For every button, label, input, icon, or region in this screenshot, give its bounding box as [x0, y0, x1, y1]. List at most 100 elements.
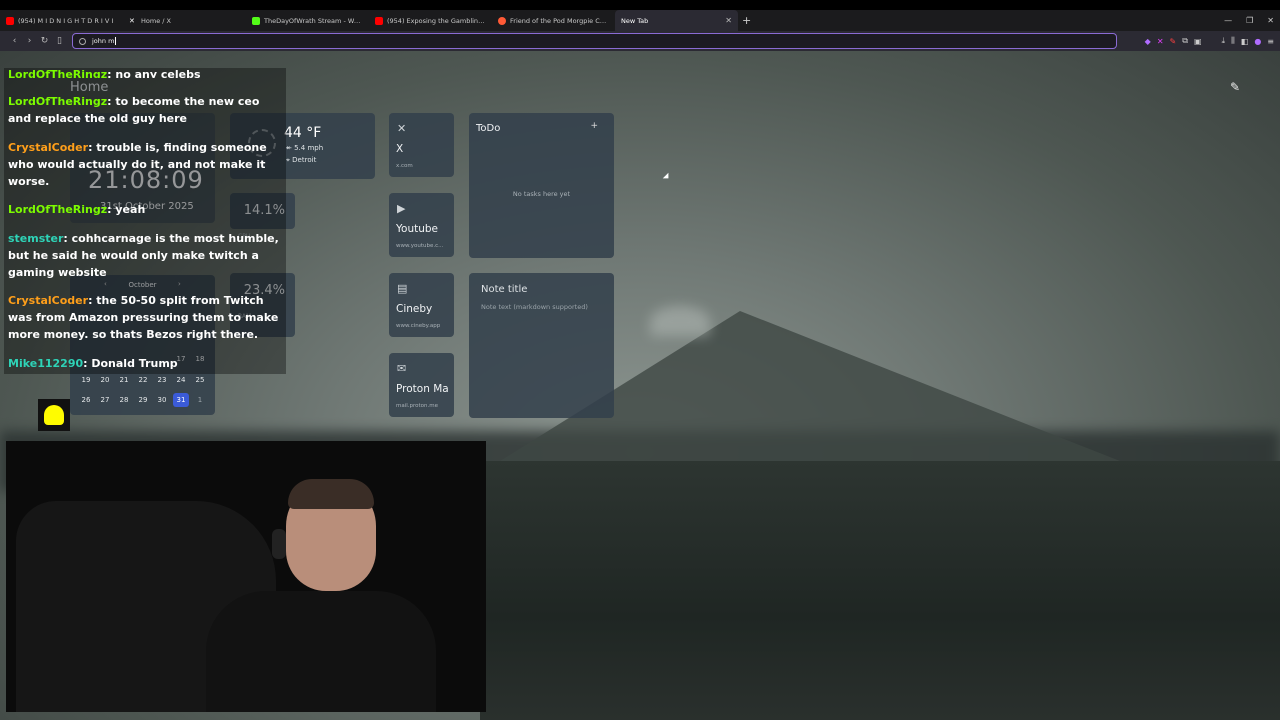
calendar-day[interactable]: 25 [192, 373, 208, 387]
chat-username: CrystalCoder [8, 294, 89, 307]
calendar-day[interactable]: 20 [97, 373, 113, 387]
chat-text: : yeah [107, 203, 146, 216]
streamer-hair [288, 479, 374, 509]
forward-icon[interactable]: › [22, 36, 37, 46]
youtube-icon [6, 16, 14, 25]
note-text-input[interactable]: Note text (markdown supported) [481, 302, 591, 313]
youtube-icon [375, 16, 383, 25]
extension-icon[interactable]: ◆ [1145, 37, 1151, 46]
reddit-icon [498, 16, 506, 25]
background-lake [480, 461, 1280, 720]
tab-youtube-gambling[interactable]: (954) Exposing the Gambling Epidemic [369, 10, 492, 31]
calendar-day[interactable]: 27 [97, 393, 113, 407]
x-extension-icon[interactable]: ✕ [1157, 37, 1164, 46]
shortcut-proton-mail[interactable]: ✉ Proton Ma mail.proton.me [389, 353, 454, 417]
snapchat-logo [38, 399, 70, 431]
add-task-button[interactable]: + [590, 121, 598, 131]
shortcut-cineby[interactable]: ▤ Cineby www.cineby.app [389, 273, 454, 337]
shortcut-url: www.cineby.app [396, 323, 441, 329]
mail-icon: ✉ [397, 362, 407, 375]
headphones-icon [272, 529, 286, 559]
chat-username: LordOfTheRingz [8, 203, 108, 216]
tab-title: (954) M I D N I G H T D R I V I [18, 16, 114, 25]
chat-message: LordOfTheRingz: no any celebs [8, 66, 282, 78]
calendar-day[interactable]: 26 [78, 393, 94, 407]
stream-chat-overlay: LordOfTheRingz: no any celebs LordOfTheR… [4, 68, 286, 374]
calendar-week: 19 20 21 22 23 24 25 [78, 373, 208, 387]
address-bar[interactable]: john m [72, 33, 1117, 49]
snapchat-ghost-icon [44, 405, 64, 425]
screenshot-icon[interactable]: ▣ [1194, 37, 1202, 46]
x-logo-icon: ✕ [397, 122, 407, 135]
calendar-day-today[interactable]: 31 [173, 393, 189, 407]
tab-youtube-midnight[interactable]: (954) M I D N I G H T D R I V I [0, 10, 123, 31]
shortcut-url: www.youtube.c... [396, 243, 444, 249]
chat-text: : no any celebs [107, 68, 201, 78]
tab-title: Friend of the Pod Morgpie Calls Out [510, 16, 609, 25]
address-text: john m [92, 37, 115, 45]
calendar-day[interactable]: 21 [116, 373, 132, 387]
calendar-day[interactable]: 30 [154, 393, 170, 407]
todo-empty-text: No tasks here yet [512, 190, 571, 198]
back-icon[interactable]: ‹ [7, 36, 22, 46]
tab-new-tab[interactable]: New Tab ✕ [615, 10, 738, 31]
chat-username: Mike112290 [8, 357, 84, 370]
nav-toolbar: ‹ › ↻ ▯ john m ◆ ✕ ✎ ⧉ ▣ ⤓ ⫼ ◧ ● ≡ [0, 31, 1280, 51]
city-name: Detroit [292, 156, 317, 164]
tab-title: New Tab [621, 16, 649, 25]
x-logo-icon: ✕ [129, 16, 135, 25]
calendar-day[interactable]: 28 [116, 393, 132, 407]
close-window-icon[interactable]: ✕ [1267, 16, 1274, 25]
pencil-icon[interactable]: ✎ [1230, 80, 1244, 94]
reload-icon[interactable]: ↻ [37, 36, 52, 46]
shortcut-url: x.com [396, 163, 413, 169]
chat-message: LordOfTheRingz: to become the new ceo an… [8, 93, 282, 127]
tab-kick-stream[interactable]: TheDayOfWrath Stream - Watch Live [246, 10, 369, 31]
menu-icon[interactable]: ≡ [1267, 37, 1274, 46]
sidebar-icon[interactable]: ◧ [1241, 37, 1249, 46]
chat-username: LordOfTheRingz [8, 95, 108, 108]
new-tab-button[interactable]: + [742, 14, 751, 27]
wind-speed: 5.4 mph [294, 144, 324, 152]
shortcut-x[interactable]: ✕ X x.com [389, 113, 454, 177]
maximize-icon[interactable]: ❐ [1246, 16, 1253, 25]
puzzle-icon[interactable]: ⧉ [1182, 36, 1188, 46]
download-icon[interactable]: ⤓ [1222, 36, 1226, 46]
shortcut-youtube[interactable]: ▶ Youtube www.youtube.c... [389, 193, 454, 257]
search-icon [79, 37, 86, 45]
profile-icon[interactable]: ● [1254, 37, 1261, 46]
calendar-day[interactable]: 29 [135, 393, 151, 407]
todo-title: ToDo [476, 123, 501, 134]
chat-message: Mike112290: Donald Trump [8, 355, 282, 372]
shortcut-name: Proton Ma [396, 383, 449, 395]
tab-title: (954) Exposing the Gambling Epidemic [387, 16, 486, 25]
close-tab-icon[interactable]: ✕ [725, 16, 732, 25]
kick-icon [252, 16, 260, 25]
minimize-icon[interactable]: — [1224, 16, 1232, 25]
note-widget: Note title Note text (markdown supported… [469, 273, 614, 418]
tab-reddit-morgpie[interactable]: Friend of the Pod Morgpie Calls Out [492, 10, 615, 31]
calendar-day[interactable]: 23 [154, 373, 170, 387]
tab-title: Home / X [141, 16, 171, 25]
shortcut-name: Youtube [396, 223, 438, 235]
pen-extension-icon[interactable]: ✎ [1170, 37, 1177, 46]
weather-wind: ↞ 5.4 mph [286, 144, 324, 152]
bookmark-icon[interactable]: ▯ [52, 36, 67, 46]
chat-message: LordOfTheRingz: yeah [8, 201, 282, 218]
weather-temperature: 44 °F [284, 125, 322, 141]
calendar-day[interactable]: 24 [173, 373, 189, 387]
calendar-day[interactable]: 22 [135, 373, 151, 387]
weather-location: ⌖ Detroit [286, 156, 317, 164]
note-title-input[interactable]: Note title [481, 284, 527, 295]
calendar-day[interactable]: 1 [192, 393, 208, 407]
tab-x-home[interactable]: ✕ Home / X [123, 10, 246, 31]
calendar-day[interactable]: 19 [78, 373, 94, 387]
youtube-icon: ▶ [397, 202, 406, 215]
library-icon[interactable]: ⫼ [1231, 36, 1235, 46]
window-controls: — ❐ ✕ [1224, 10, 1274, 31]
screen: (954) M I D N I G H T D R I V I ✕ Home /… [0, 0, 1280, 720]
chat-username: CrystalCoder [8, 141, 89, 154]
webcam-feed [6, 441, 486, 712]
chat-message: stemster: cohhcarnage is the most humble… [8, 230, 282, 281]
chat-text: : Donald Trump [83, 357, 178, 370]
